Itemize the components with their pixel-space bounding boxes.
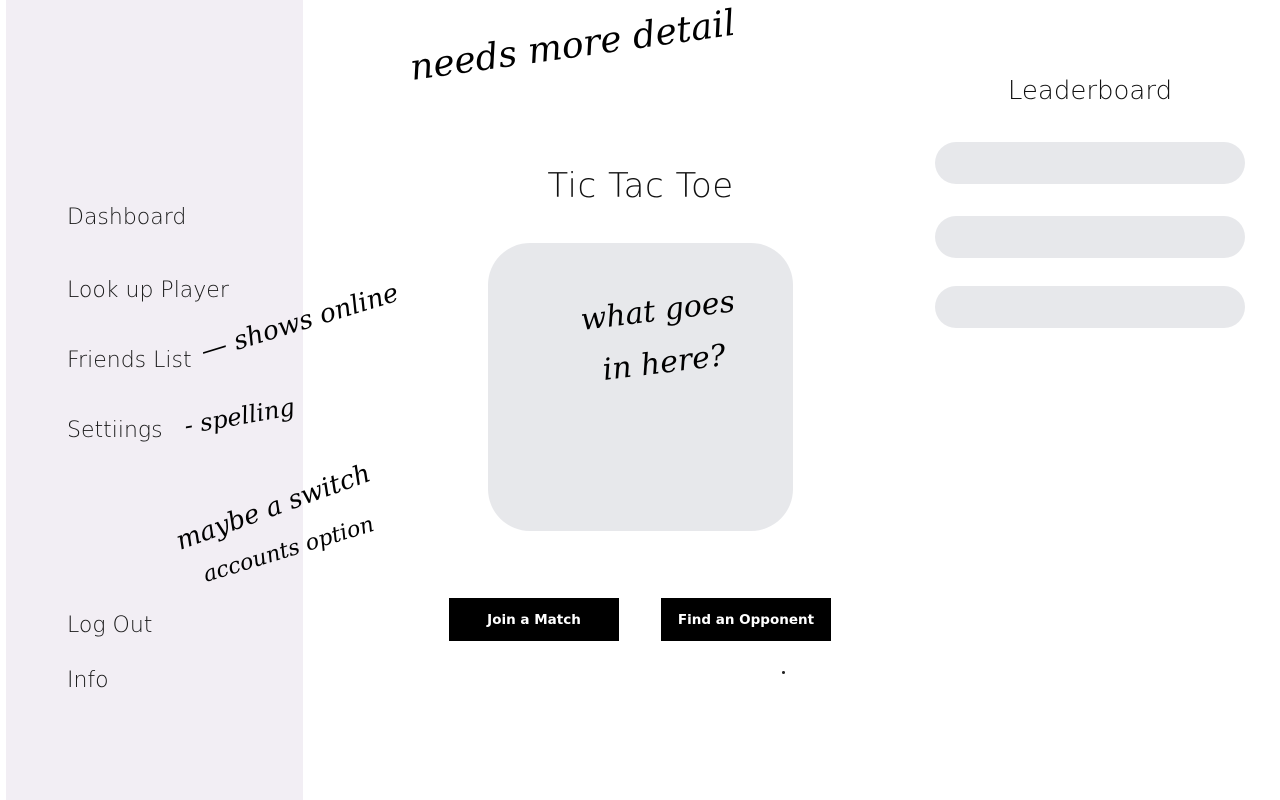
sidebar-item-friends-list[interactable]: Friends List <box>67 348 192 373</box>
sidebar-item-settings[interactable]: Settiings <box>67 418 163 443</box>
leaderboard-row <box>935 142 1245 184</box>
note-needs-more-detail: needs more detail <box>408 3 738 89</box>
page-title: Tic Tac Toe <box>547 166 734 206</box>
stray-mark <box>782 671 785 674</box>
sidebar-item-dashboard[interactable]: Dashboard <box>67 205 186 230</box>
leaderboard-row <box>935 286 1245 328</box>
join-match-button[interactable]: Join a Match <box>449 598 619 641</box>
sidebar-item-log-out[interactable]: Log Out <box>67 613 152 638</box>
game-board-placeholder[interactable] <box>488 243 793 531</box>
sidebar-item-info[interactable]: Info <box>67 668 109 693</box>
sidebar-item-look-up-player[interactable]: Look up Player <box>67 278 229 303</box>
find-opponent-button[interactable]: Find an Opponent <box>661 598 831 641</box>
leaderboard-row <box>935 216 1245 258</box>
app-page: Dashboard Look up Player Friends List Se… <box>0 0 1280 800</box>
leaderboard-title: Leaderboard <box>1007 76 1173 106</box>
sidebar: Dashboard Look up Player Friends List Se… <box>6 0 303 800</box>
